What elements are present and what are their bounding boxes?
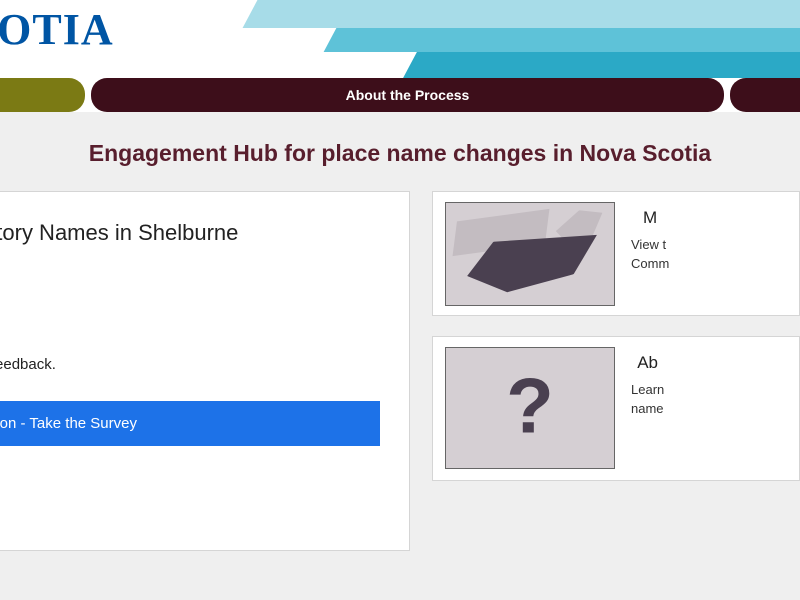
main-engagement-card: erogatory Names in Shelburne re your fee… [0, 191, 410, 551]
site-logo[interactable]: SCOTIA [0, 0, 114, 59]
nav-item-left[interactable] [0, 78, 85, 112]
side-card-title: M [631, 208, 669, 228]
main-card-heading: erogatory Names in Shelburne [0, 220, 389, 246]
nav-item-label: About the Process [346, 87, 470, 103]
page-body: Engagement Hub for place name changes in… [0, 112, 800, 600]
side-card-title: Ab [631, 353, 664, 373]
map-thumbnail [445, 202, 615, 306]
side-card-desc-line: Comm [631, 255, 669, 274]
question-mark-icon: ? [506, 361, 554, 452]
nav-item-right[interactable] [730, 78, 800, 112]
header-decoration [190, 0, 800, 78]
content-row: erogatory Names in Shelburne re your fee… [0, 191, 800, 561]
take-survey-button[interactable]: ormation - Take the Survey [0, 401, 380, 446]
side-card-text: M View t Comm [631, 202, 669, 305]
side-card-desc-line: View t [631, 236, 669, 255]
primary-nav: About the Process [0, 78, 800, 112]
side-column: M View t Comm ? Ab Learn name [432, 191, 800, 561]
side-card-desc-line: Learn [631, 381, 664, 400]
nav-item-about-process[interactable]: About the Process [91, 78, 724, 112]
question-thumbnail: ? [445, 347, 615, 469]
side-card-map[interactable]: M View t Comm [432, 191, 800, 316]
site-header: SCOTIA [0, 0, 800, 78]
main-card-description: re your feedback. [0, 356, 389, 373]
side-card-text: Ab Learn name [631, 347, 664, 470]
side-card-desc-line: name [631, 400, 664, 419]
page-title: Engagement Hub for place name changes in… [0, 126, 800, 191]
side-card-about[interactable]: ? Ab Learn name [432, 336, 800, 481]
